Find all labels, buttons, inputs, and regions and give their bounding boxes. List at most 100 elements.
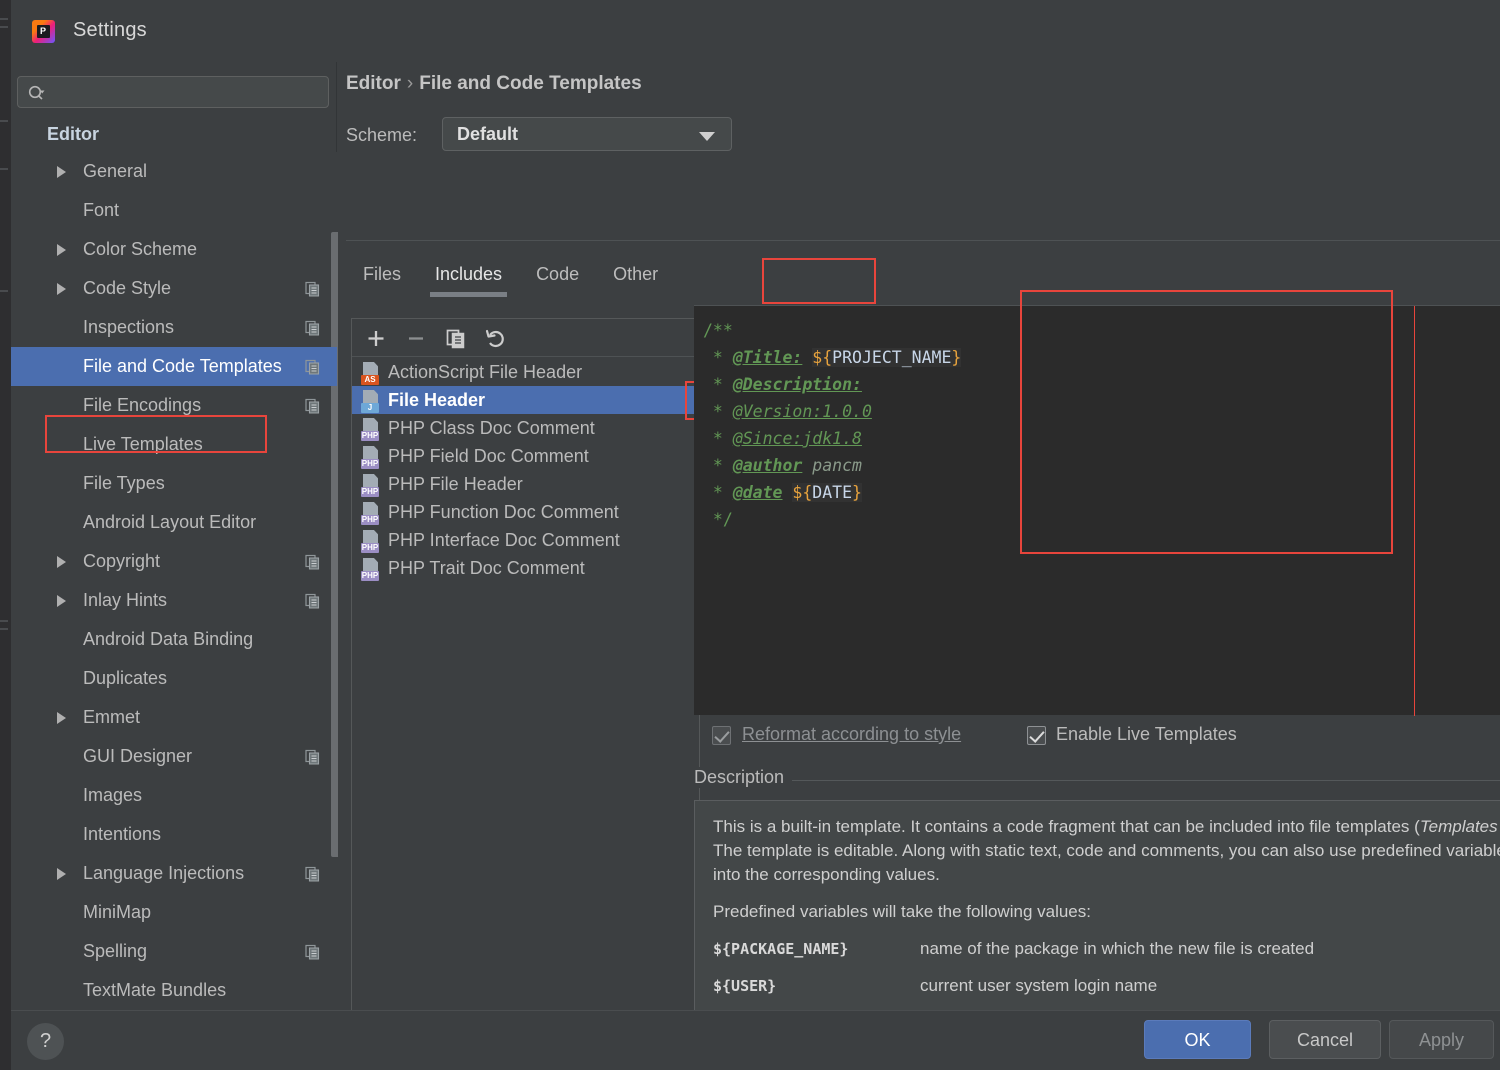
sidebar-item-gui-designer[interactable]: GUI Designer [11, 737, 337, 776]
sidebar-item-code-style[interactable]: Code Style [11, 269, 337, 308]
tab-files[interactable]: Files [346, 254, 418, 300]
sidebar-item-file-and-code-templates[interactable]: File and Code Templates [11, 347, 337, 386]
enable-live-templates-label: Enable Live Templates [1056, 724, 1237, 744]
reset-template-button[interactable] [484, 327, 508, 350]
file-template-icon: J [361, 389, 381, 413]
file-type-badge: PHP [361, 514, 379, 525]
sidebar-item-label: File and Code Templates [83, 356, 282, 376]
copy-settings-icon[interactable] [305, 281, 320, 296]
search-input[interactable] [17, 76, 329, 108]
sidebar-item-label: Font [83, 200, 120, 220]
tab-label: Other [613, 264, 659, 284]
expand-arrow-icon[interactable] [57, 243, 66, 256]
copy-template-button[interactable] [444, 327, 468, 350]
list-item[interactable]: PHP PHP Class Doc Comment [352, 414, 699, 442]
tab-code[interactable]: Code [519, 254, 596, 300]
list-item-label: PHP Field Doc Comment [388, 445, 589, 466]
sidebar-item-general[interactable]: General [11, 152, 337, 191]
sidebar-item-duplicates[interactable]: Duplicates [11, 659, 337, 698]
sidebar-item-android-layout-editor[interactable]: Android Layout Editor [11, 503, 337, 542]
list-item-label: PHP Interface Doc Comment [388, 529, 620, 550]
copy-settings-icon[interactable] [305, 554, 320, 569]
sidebar-item-label: Language Injections [83, 863, 245, 883]
template-list-toolbar [352, 319, 699, 357]
sidebar-item-label: Spelling [83, 941, 148, 961]
right-margin-guide [1414, 306, 1415, 716]
dialog-footer: ? OK Cancel Apply 吉林龙网 CSDN @虚无境 [11, 1010, 1500, 1070]
copy-settings-icon[interactable] [305, 398, 320, 413]
sidebar-item-live-templates[interactable]: Live Templates [11, 425, 337, 464]
cancel-button[interactable]: Cancel [1269, 1020, 1381, 1059]
variable-row: ${PACKAGE_NAME} name of the package in wh… [713, 937, 1500, 961]
copy-settings-icon[interactable] [305, 320, 320, 335]
sidebar-item-images[interactable]: Images [11, 776, 337, 815]
expand-arrow-icon[interactable] [57, 555, 66, 568]
list-item-label: PHP Trait Doc Comment [388, 557, 585, 578]
template-code-editor[interactable]: /** * @Title: ${PROJECT_NAME} * @Descrip… [694, 305, 1500, 716]
scheme-value: Default [457, 124, 519, 144]
copy-settings-icon[interactable] [305, 359, 320, 374]
sidebar-item-emmet[interactable]: Emmet [11, 698, 337, 737]
enable-live-templates-checkbox[interactable] [1027, 726, 1046, 745]
tab-includes[interactable]: Includes [418, 254, 519, 300]
copy-settings-icon[interactable] [305, 749, 320, 764]
sidebar-heading: Editor [47, 124, 99, 144]
list-item[interactable]: PHP PHP Trait Doc Comment [352, 554, 699, 582]
header-divider [346, 240, 1500, 241]
list-item[interactable]: J File Header [352, 386, 699, 414]
list-item[interactable]: PHP PHP Interface Doc Comment [352, 526, 699, 554]
help-button[interactable]: ? [27, 1023, 64, 1060]
sidebar-item-label: Copyright [83, 551, 161, 571]
variable-description: current user system login name [920, 976, 1158, 995]
file-type-badge: PHP [361, 486, 379, 497]
list-item[interactable]: PHP PHP File Header [352, 470, 699, 498]
list-item[interactable]: PHP PHP Function Doc Comment [352, 498, 699, 526]
sidebar-item-label: Duplicates [83, 668, 168, 688]
sidebar-item-language-injections[interactable]: Language Injections [11, 854, 337, 893]
tab-other[interactable]: Other [596, 254, 675, 300]
copy-settings-icon[interactable] [305, 944, 320, 959]
expand-arrow-icon[interactable] [57, 165, 66, 178]
scheme-dropdown[interactable]: Default [442, 117, 732, 151]
reformat-according-to-style-checkbox[interactable] [712, 726, 731, 745]
sidebar-item-file-types[interactable]: File Types [11, 464, 337, 503]
sidebar-item-inlay-hints[interactable]: Inlay Hints [11, 581, 337, 620]
ok-button[interactable]: OK [1144, 1020, 1251, 1059]
variable-description: name of the package in which the new fil… [920, 939, 1315, 958]
sidebar-item-android-data-binding[interactable]: Android Data Binding [11, 620, 337, 659]
copy-settings-icon[interactable] [305, 866, 320, 881]
file-type-badge: PHP [361, 458, 379, 469]
list-item[interactable]: PHP PHP Field Doc Comment [352, 442, 699, 470]
sidebar-item-file-encodings[interactable]: File Encodings [11, 386, 337, 425]
sidebar-item-spelling[interactable]: Spelling [11, 932, 337, 971]
chevron-down-icon [699, 132, 715, 141]
sidebar-item-textmate-bundles[interactable]: TextMate Bundles [11, 971, 337, 1010]
file-template-icon: AS [361, 361, 381, 385]
expand-arrow-icon[interactable] [57, 282, 66, 295]
sidebar-item-inspections[interactable]: Inspections [11, 308, 337, 347]
sidebar-item-label: Android Layout Editor [83, 512, 257, 532]
tab-label: Files [363, 264, 402, 284]
add-template-button[interactable] [364, 327, 388, 350]
expand-arrow-icon[interactable] [57, 594, 66, 607]
settings-sidebar: Editor General Font Color Scheme Code Style… [11, 62, 345, 1057]
settings-tree: General Font Color Scheme Code Style Inspect… [11, 152, 337, 1010]
file-template-icon: PHP [361, 473, 381, 497]
apply-button[interactable]: Apply [1389, 1020, 1494, 1059]
list-item-label: File Header [388, 389, 486, 410]
sidebar-item-label: General [83, 161, 148, 181]
sidebar-item-copyright[interactable]: Copyright [11, 542, 337, 581]
copy-settings-icon[interactable] [305, 593, 320, 608]
list-item[interactable]: AS ActionScript File Header [352, 358, 699, 386]
remove-template-button[interactable] [404, 327, 428, 350]
expand-arrow-icon[interactable] [57, 867, 66, 880]
expand-arrow-icon[interactable] [57, 711, 66, 724]
file-template-icon: PHP [361, 417, 381, 441]
sidebar-item-minimap[interactable]: MiniMap [11, 893, 337, 932]
sidebar-item-font[interactable]: Font [11, 191, 337, 230]
breadcrumb-root[interactable]: Editor [346, 73, 401, 94]
sidebar-item-intentions[interactable]: Intentions [11, 815, 337, 854]
template-code-text[interactable]: /** * @Title: ${PROJECT_NAME} * @Descrip… [703, 317, 962, 533]
main-panel: Editor › File and Code Templates Scheme: D… [338, 62, 1500, 1047]
sidebar-item-color-scheme[interactable]: Color Scheme [11, 230, 337, 269]
